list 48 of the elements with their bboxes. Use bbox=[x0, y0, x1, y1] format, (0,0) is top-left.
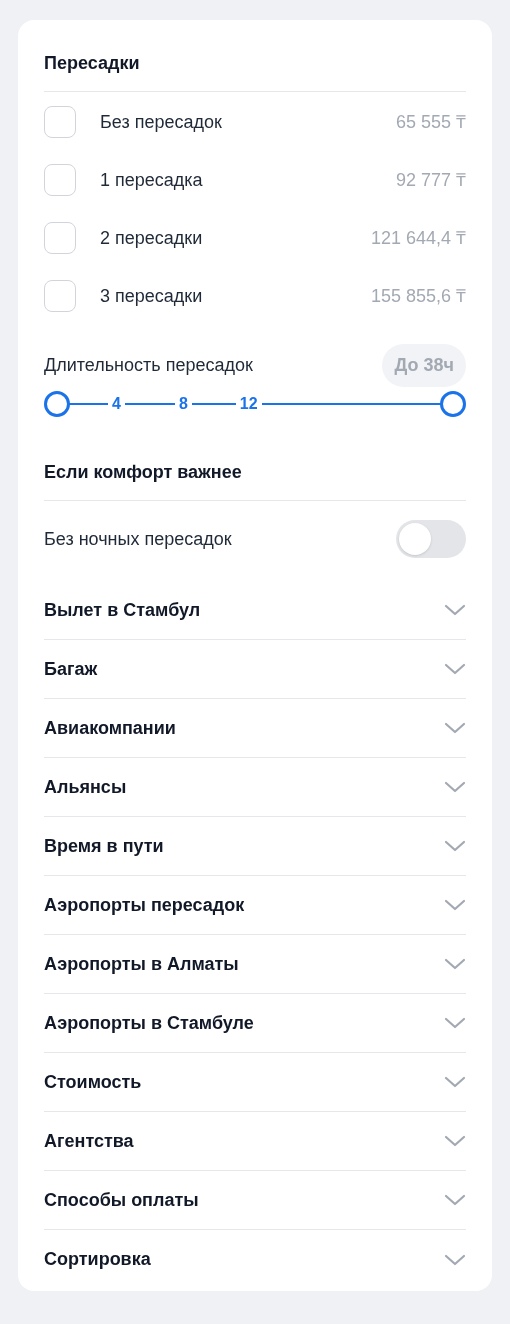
chevron-icon bbox=[444, 1076, 466, 1088]
accordion-header[interactable]: Аэропорты в Алматы bbox=[44, 935, 466, 994]
section-title: Пересадки bbox=[44, 50, 466, 92]
slider-thumb[interactable] bbox=[44, 391, 70, 417]
option-label: Без пересадок bbox=[100, 110, 223, 134]
accordion-header[interactable]: Вылет в Стамбул bbox=[44, 581, 466, 640]
checkbox[interactable] bbox=[44, 280, 76, 312]
slider-thumb[interactable] bbox=[440, 391, 466, 417]
option-price: 92 777 ₸ bbox=[395, 168, 466, 192]
chevron-icon bbox=[444, 1017, 466, 1029]
chevron-icon bbox=[444, 663, 466, 675]
tick-label: 8 bbox=[177, 394, 189, 414]
chevron-icon bbox=[444, 899, 466, 911]
checkbox[interactable] bbox=[44, 222, 76, 254]
range-slider[interactable]: 4 8 12 bbox=[44, 391, 466, 417]
accordion-header[interactable]: Авиакомпании bbox=[44, 699, 466, 758]
accordion-header[interactable]: Аэропорты в Стамбуле bbox=[44, 994, 466, 1053]
toggle-label: Без ночных пересадок bbox=[44, 527, 232, 551]
accordion-header[interactable]: Альянсы bbox=[44, 758, 466, 817]
option-label: 1 пересадка bbox=[100, 168, 204, 192]
chevron-icon bbox=[444, 722, 466, 734]
accordion-header[interactable]: Сортировка bbox=[44, 1230, 466, 1289]
chevron-icon bbox=[444, 1135, 466, 1147]
option-price: 155 855,6 ₸ bbox=[370, 284, 466, 308]
slider-label: Длительность пересадок bbox=[44, 354, 253, 377]
accordion-header[interactable]: Время в пути bbox=[44, 817, 466, 876]
duration-badge: До 38ч bbox=[382, 344, 466, 387]
accordion-header[interactable]: Стоимость bbox=[44, 1053, 466, 1112]
chevron-icon bbox=[444, 840, 466, 852]
accordion-header[interactable]: Багаж bbox=[44, 640, 466, 699]
chevron-icon bbox=[444, 1253, 466, 1266]
chevron-icon bbox=[444, 958, 466, 970]
accordion-header[interactable]: Способы оплаты bbox=[44, 1171, 466, 1230]
section-title: Если комфорт важнее bbox=[44, 459, 466, 501]
chevron-icon bbox=[444, 604, 466, 616]
tick-label: 12 bbox=[238, 394, 259, 414]
toggle-switch[interactable] bbox=[396, 520, 466, 558]
chevron-icon bbox=[444, 1194, 466, 1206]
checkbox[interactable] bbox=[44, 106, 76, 138]
accordion-header[interactable]: Агентства bbox=[44, 1112, 466, 1171]
checkbox[interactable] bbox=[44, 164, 76, 196]
option-label: 2 пересадки bbox=[100, 226, 204, 250]
tick-label: 4 bbox=[111, 394, 122, 414]
option-price: 121 644,4 ₸ bbox=[370, 226, 466, 250]
chevron-icon bbox=[444, 781, 466, 793]
accordion-header[interactable]: Аэропорты пересадок bbox=[44, 876, 466, 935]
option-price: 65 555 ₸ bbox=[395, 110, 466, 134]
option-label: 3 пересадки bbox=[100, 284, 204, 308]
